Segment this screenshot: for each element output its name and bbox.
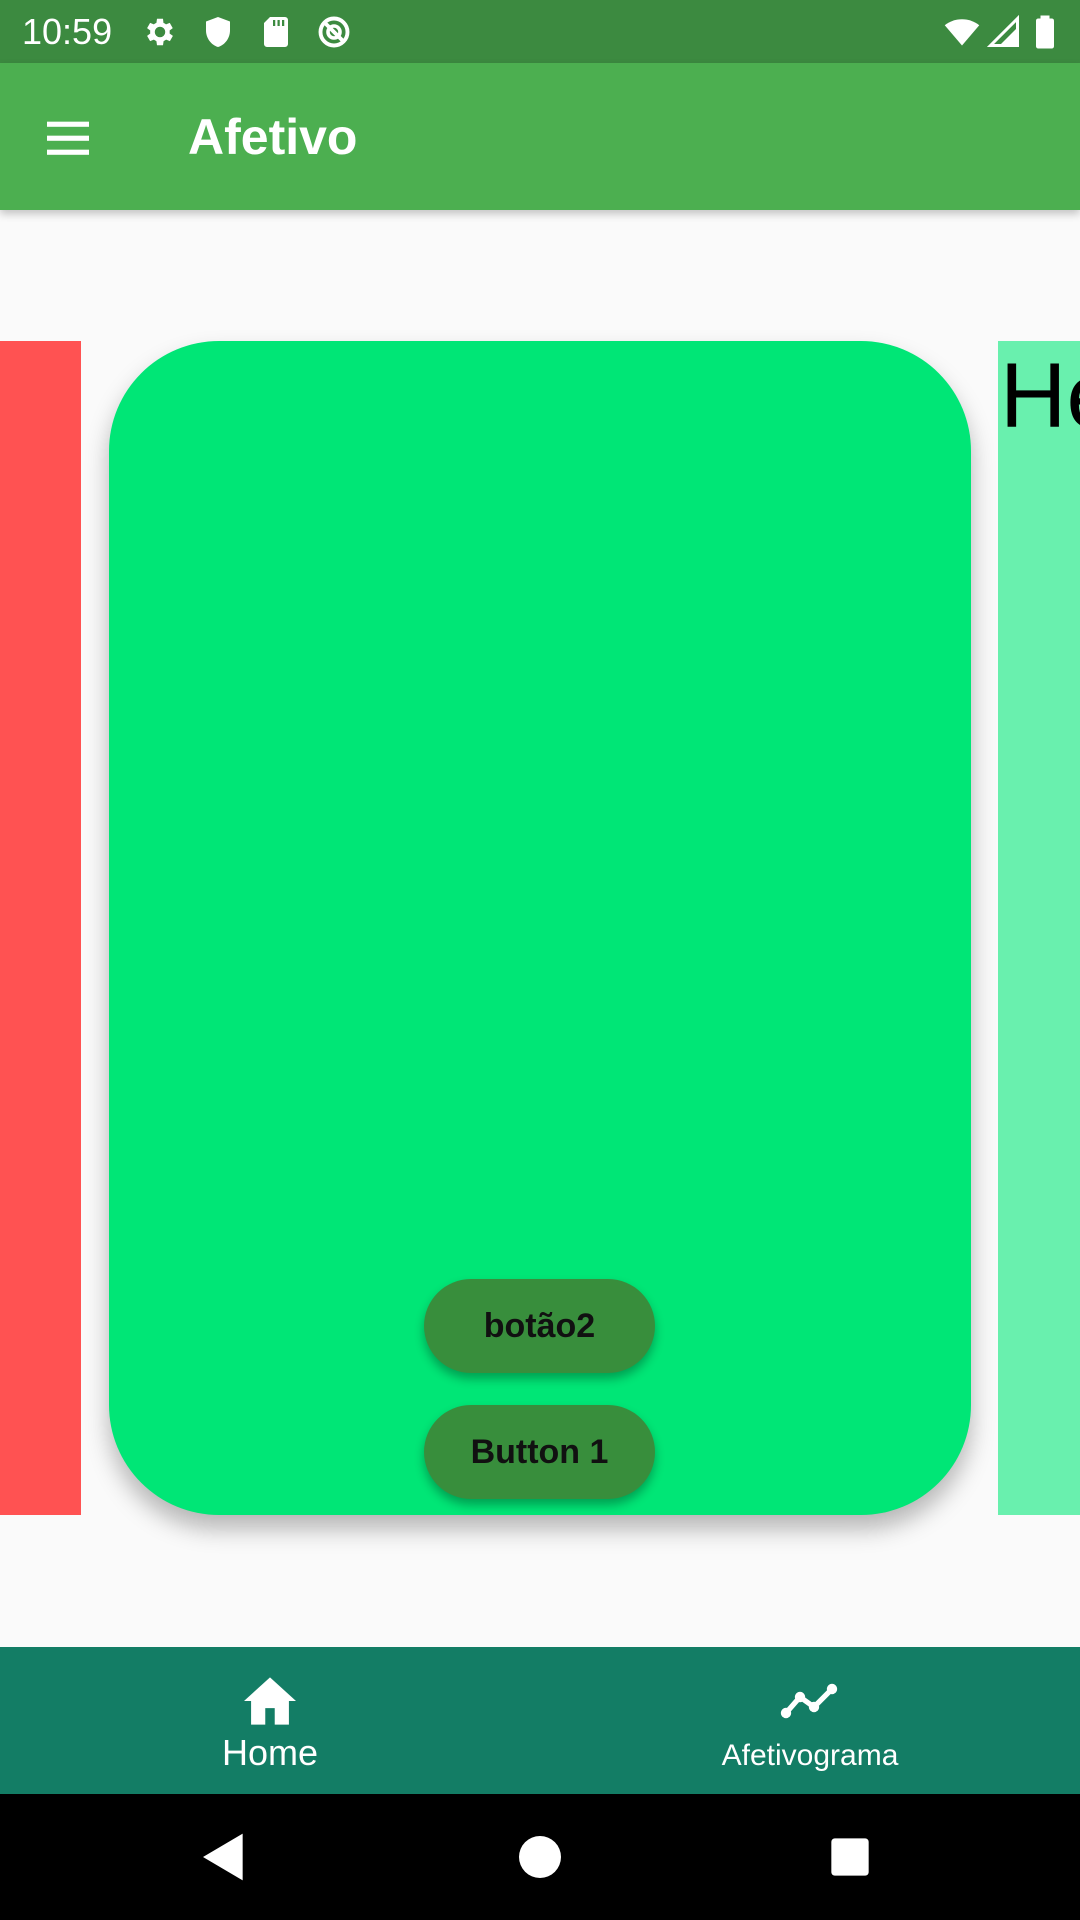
battery-icon xyxy=(1030,14,1060,50)
no-disturb-icon xyxy=(316,14,352,50)
home-icon xyxy=(240,1675,300,1727)
carousel-prev-page[interactable] xyxy=(0,341,81,1515)
status-bar: 10:59 xyxy=(0,0,1080,63)
back-icon[interactable] xyxy=(196,1829,252,1885)
nav-item-home[interactable]: Home xyxy=(0,1647,540,1794)
nav-label-home: Home xyxy=(221,1732,319,1773)
gear-icon xyxy=(142,14,178,50)
system-navigation-bar xyxy=(0,1794,1080,1920)
button1-button[interactable]: Button 1 xyxy=(424,1405,655,1499)
botao2-button[interactable]: botão2 xyxy=(424,1279,655,1373)
carousel-next-page[interactable]: He xyxy=(998,341,1080,1515)
home-circle-icon[interactable] xyxy=(512,1829,568,1885)
nav-label-afetivograma: Afetivograma xyxy=(721,1739,899,1772)
status-time: 10:59 xyxy=(22,11,113,52)
app-title: Afetivo xyxy=(188,109,358,165)
next-page-text: He xyxy=(1000,345,1080,447)
app-bar: Afetivo xyxy=(0,63,1080,210)
shield-icon xyxy=(200,14,236,50)
recents-icon[interactable] xyxy=(822,1829,878,1885)
wifi-icon xyxy=(944,14,980,50)
sd-card-icon xyxy=(258,14,294,50)
app-screen: 10:59 Afetivo botão2 Button 1 H Home Afe… xyxy=(0,0,1080,1920)
line-chart-icon xyxy=(780,1675,840,1727)
signal-icon xyxy=(986,14,1022,50)
nav-item-afetivograma[interactable]: Afetivograma xyxy=(540,1647,1080,1794)
bottom-navigation: Home Afetivograma xyxy=(0,1647,1080,1794)
hamburger-menu-icon[interactable] xyxy=(40,110,96,166)
